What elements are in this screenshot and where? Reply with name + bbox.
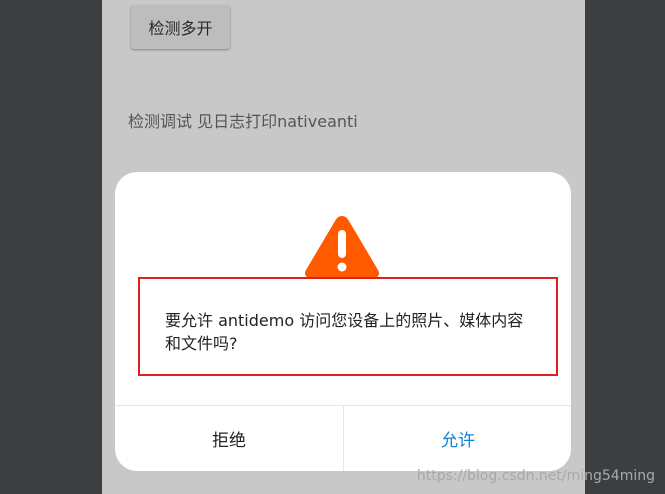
permission-message: 要允许 antidemo 访问您设备上的照片、媒体内容和文件吗?	[165, 311, 524, 353]
warning-triangle-icon	[305, 216, 379, 278]
watermark: https://blog.csdn.net/ming54ming	[416, 468, 655, 484]
deny-button[interactable]: 拒绝	[115, 406, 343, 471]
message-highlight-box: 要允许 antidemo 访问您设备上的照片、媒体内容和文件吗?	[138, 277, 558, 376]
detect-multi-open-button[interactable]: 检测多开	[131, 5, 230, 49]
permission-dialog: 要允许 antidemo 访问您设备上的照片、媒体内容和文件吗? 拒绝 允许	[115, 172, 571, 471]
debug-status-text: 检测调试 见日志打印nativeanti	[128, 112, 358, 131]
allow-button[interactable]: 允许	[344, 406, 571, 471]
